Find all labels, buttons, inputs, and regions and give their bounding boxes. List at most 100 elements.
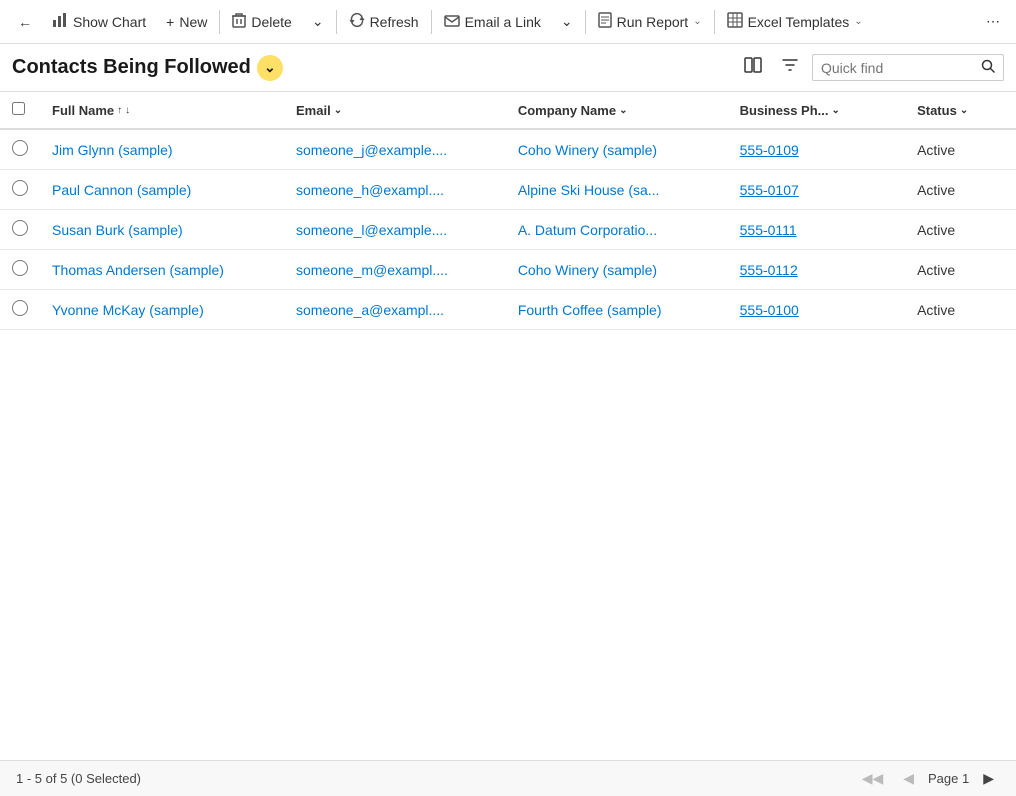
email-link[interactable]: someone_l@example.... (296, 222, 447, 238)
quick-find-button[interactable] (973, 55, 1003, 80)
company-link[interactable]: Coho Winery (sample) (518, 142, 657, 158)
company-sort-icon: ⌄ (619, 105, 627, 116)
email-sort-icon: ⌄ (334, 105, 342, 116)
prev-page-button[interactable]: ◀ (897, 768, 920, 789)
statusbar: 1 - 5 of 5 (0 Selected) ◀◀ ◀ Page 1 ▶ (0, 760, 1016, 796)
back-button[interactable]: ← (8, 8, 42, 36)
company-link[interactable]: Fourth Coffee (sample) (518, 302, 662, 318)
row-select-cell (0, 250, 40, 290)
new-label: New (179, 14, 207, 30)
more-button[interactable]: ⋯ (978, 7, 1008, 36)
email-link[interactable]: someone_h@exampl.... (296, 182, 444, 198)
filter-button[interactable] (776, 53, 804, 82)
email-link[interactable]: someone_a@exampl.... (296, 302, 444, 318)
delete-button[interactable]: Delete (222, 6, 301, 37)
status-header-label: Status (917, 103, 957, 118)
show-chart-button[interactable]: Show Chart (42, 6, 156, 37)
fullname-column-header[interactable]: Full Name ↑ ↓ (40, 92, 284, 129)
page-label: Page 1 (928, 771, 969, 786)
pagination: ◀◀ ◀ Page 1 ▶ (856, 768, 1000, 789)
phone-column-header[interactable]: Business Ph... ⌄ (728, 92, 905, 129)
fullname-cell: Susan Burk (sample) (40, 210, 284, 250)
status-cell: Active (905, 170, 1016, 210)
toolbar: ← Show Chart + New Delete ⌄ (0, 0, 1016, 44)
viewbar: Contacts Being Followed ⌄ (0, 44, 1016, 92)
run-report-button[interactable]: Run Report ⌄ (588, 6, 712, 37)
fullname-link[interactable]: Susan Burk (sample) (52, 222, 183, 238)
phone-cell: 555-0109 (728, 129, 905, 170)
email-column-header[interactable]: Email ⌄ (284, 92, 506, 129)
delete-icon (232, 12, 246, 31)
new-button[interactable]: + New (156, 8, 217, 36)
run-report-arrow: ⌄ (693, 16, 701, 27)
company-link[interactable]: A. Datum Corporatio... (518, 222, 657, 238)
table-row: Jim Glynn (sample) someone_j@example....… (0, 129, 1016, 170)
run-report-label: Run Report (617, 14, 689, 30)
phone-value[interactable]: 555-0107 (740, 182, 799, 198)
phone-value[interactable]: 555-0109 (740, 142, 799, 158)
dropdown-arrow-icon: ⌄ (264, 59, 276, 76)
status-value: Active (917, 302, 955, 318)
phone-value[interactable]: 555-0111 (740, 222, 797, 238)
row-radio[interactable] (12, 260, 28, 276)
first-page-button[interactable]: ◀◀ (856, 768, 890, 789)
phone-value[interactable]: 555-0100 (740, 302, 799, 318)
phone-cell: 555-0111 (728, 210, 905, 250)
columns-button[interactable] (738, 53, 768, 82)
delete-dropdown-button[interactable]: ⌄ (302, 7, 334, 36)
fullname-link[interactable]: Jim Glynn (sample) (52, 142, 173, 158)
email-header-label: Email (296, 103, 331, 118)
email-cell: someone_a@exampl.... (284, 290, 506, 330)
row-radio[interactable] (12, 220, 28, 236)
excel-templates-label: Excel Templates (748, 14, 850, 30)
row-radio[interactable] (12, 140, 28, 156)
email-cell: someone_h@exampl.... (284, 170, 506, 210)
phone-cell: 555-0107 (728, 170, 905, 210)
view-title-dropdown-button[interactable]: ⌄ (257, 55, 283, 81)
fullname-link[interactable]: Paul Cannon (sample) (52, 182, 191, 198)
status-sort-icon: ⌄ (960, 105, 968, 116)
email-dropdown-button[interactable]: ⌄ (551, 7, 583, 36)
quick-find-input[interactable] (813, 56, 973, 80)
separator-4 (585, 10, 586, 34)
company-column-header[interactable]: Company Name ⌄ (506, 92, 728, 129)
email-icon (444, 14, 460, 30)
table-container: Full Name ↑ ↓ Email ⌄ Company Name (0, 92, 1016, 760)
select-all-checkbox[interactable] (12, 102, 25, 115)
view-title-text: Contacts Being Followed (12, 56, 251, 79)
phone-value[interactable]: 555-0112 (740, 262, 798, 278)
email-link[interactable]: someone_m@exampl.... (296, 262, 448, 278)
select-all-header (0, 92, 40, 129)
fullname-link[interactable]: Thomas Andersen (sample) (52, 262, 224, 278)
phone-sort-icon: ⌄ (832, 105, 840, 116)
row-radio[interactable] (12, 180, 28, 196)
fullname-cell: Yvonne McKay (sample) (40, 290, 284, 330)
table-row: Susan Burk (sample) someone_l@example...… (0, 210, 1016, 250)
row-select-cell (0, 170, 40, 210)
email-dropdown-arrow: ⌄ (561, 13, 573, 30)
email-link[interactable]: someone_j@example.... (296, 142, 447, 158)
new-icon: + (166, 14, 174, 30)
fullname-cell: Thomas Andersen (sample) (40, 250, 284, 290)
sort-asc-icon: ↑ (117, 105, 122, 116)
company-link[interactable]: Coho Winery (sample) (518, 262, 657, 278)
viewbar-actions (738, 53, 1004, 82)
company-link[interactable]: Alpine Ski House (sa... (518, 182, 660, 198)
main-content: Full Name ↑ ↓ Email ⌄ Company Name (0, 92, 1016, 760)
table-row: Paul Cannon (sample) someone_h@exampl...… (0, 170, 1016, 210)
fullname-link[interactable]: Yvonne McKay (sample) (52, 302, 204, 318)
excel-dropdown-arrow: ⌄ (854, 16, 862, 27)
next-page-button[interactable]: ▶ (977, 768, 1000, 789)
excel-templates-button[interactable]: Excel Templates ⌄ (717, 6, 873, 37)
company-cell: Fourth Coffee (sample) (506, 290, 728, 330)
email-link-button[interactable]: Email a Link (434, 8, 551, 36)
row-radio[interactable] (12, 300, 28, 316)
back-icon: ← (18, 14, 32, 30)
refresh-button[interactable]: Refresh (339, 6, 429, 37)
status-column-header[interactable]: Status ⌄ (905, 92, 1016, 129)
separator-5 (714, 10, 715, 34)
sort-desc-icon: ↓ (125, 105, 130, 116)
status-cell: Active (905, 290, 1016, 330)
refresh-label: Refresh (370, 14, 419, 30)
separator-3 (431, 10, 432, 34)
